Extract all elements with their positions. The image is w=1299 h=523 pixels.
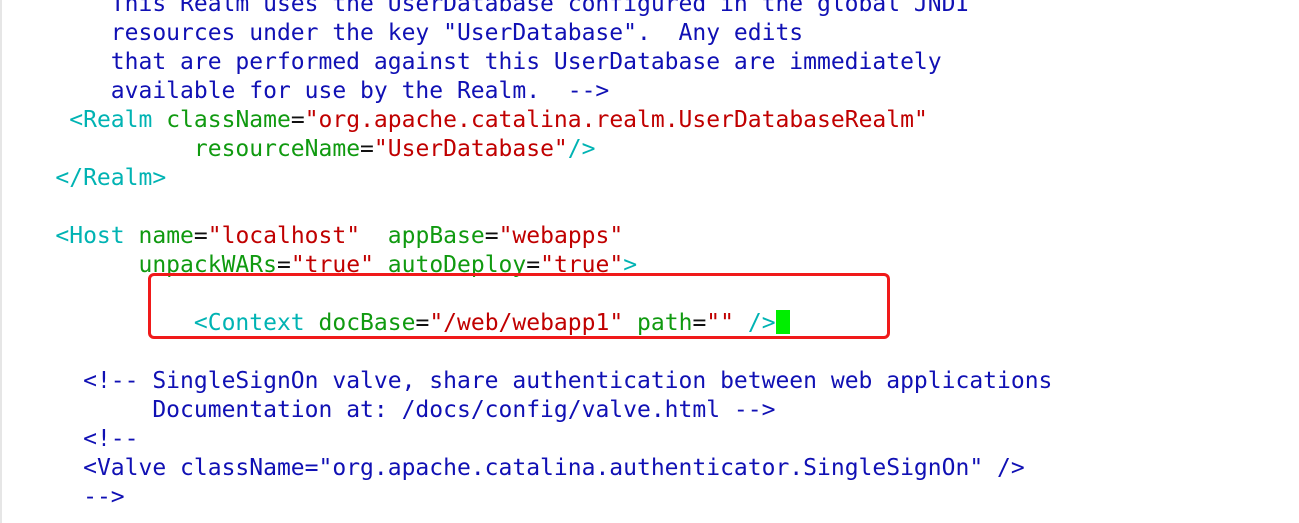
code-line[interactable]: <Host name="localhost" appBase="webapps" (0, 222, 1052, 251)
code-line[interactable]: that are performed against this UserData… (0, 48, 1052, 77)
punctuation-token: = (360, 136, 374, 162)
tag-token: /> (567, 136, 596, 162)
attribute-token: name (138, 223, 194, 249)
punctuation-token: = (290, 107, 305, 133)
code-line[interactable]: resourceName="UserDatabase"/> (0, 135, 1052, 164)
code-line[interactable]: resources under the key "UserDatabase". … (0, 19, 1052, 48)
comment-token: resources under the key "UserDatabase". … (0, 20, 804, 46)
code-line[interactable]: Documentation at: /docs/config/valve.htm… (0, 396, 1052, 425)
tag-token: <Realm (69, 107, 153, 133)
code-line[interactable]: </Realm> (0, 164, 1052, 193)
punctuation-token (360, 223, 388, 249)
code-content[interactable]: This Realm uses the UserDatabase configu… (0, 0, 1052, 512)
value-token: "org.apache.catalina.realm.UserDatabaseR… (304, 107, 928, 133)
punctuation-token (125, 223, 139, 249)
code-line[interactable]: <Valve className="org.apache.catalina.au… (0, 454, 1052, 483)
code-line[interactable]: available for use by the Realm. --> (0, 77, 1052, 106)
punctuation-token (152, 107, 166, 133)
comment-token: that are performed against this UserData… (0, 49, 942, 75)
code-line[interactable]: <!-- (0, 425, 1052, 454)
comment-token: --> (83, 484, 125, 510)
code-line[interactable]: This Realm uses the UserDatabase configu… (0, 0, 1052, 19)
comment-token: available for use by the Realm. --> (0, 78, 610, 104)
tag-token: <Host (55, 223, 125, 249)
code-editor[interactable]: This Realm uses the UserDatabase configu… (0, 0, 1299, 523)
attribute-token: resourceName (193, 136, 361, 162)
code-line[interactable] (0, 193, 1052, 222)
code-line[interactable]: <Realm className="org.apache.catalina.re… (0, 106, 1052, 135)
punctuation-token: = (484, 223, 499, 249)
code-line[interactable]: <!-- SingleSignOn valve, share authentic… (0, 367, 1052, 396)
value-token: "localhost" (207, 223, 361, 249)
code-line[interactable] (0, 338, 1052, 367)
attribute-token: className (166, 107, 291, 133)
comment-token: <!-- (83, 426, 139, 452)
value-token: "webapps" (498, 223, 624, 249)
comment-token: This Realm uses the UserDatabase configu… (41, 0, 970, 17)
value-token: "UserDatabase" (373, 136, 568, 162)
tag-token: </Realm> (55, 165, 167, 191)
context-highlight-box (148, 273, 890, 339)
code-line[interactable]: --> (0, 483, 1052, 512)
punctuation-token: = (193, 223, 208, 249)
comment-token: Documentation at: /docs/config/valve.htm… (152, 397, 776, 423)
comment-token: <!-- SingleSignOn valve, share authentic… (83, 368, 1053, 394)
attribute-token: appBase (387, 223, 485, 249)
comment-token: <Valve className="org.apache.catalina.au… (83, 455, 1025, 481)
